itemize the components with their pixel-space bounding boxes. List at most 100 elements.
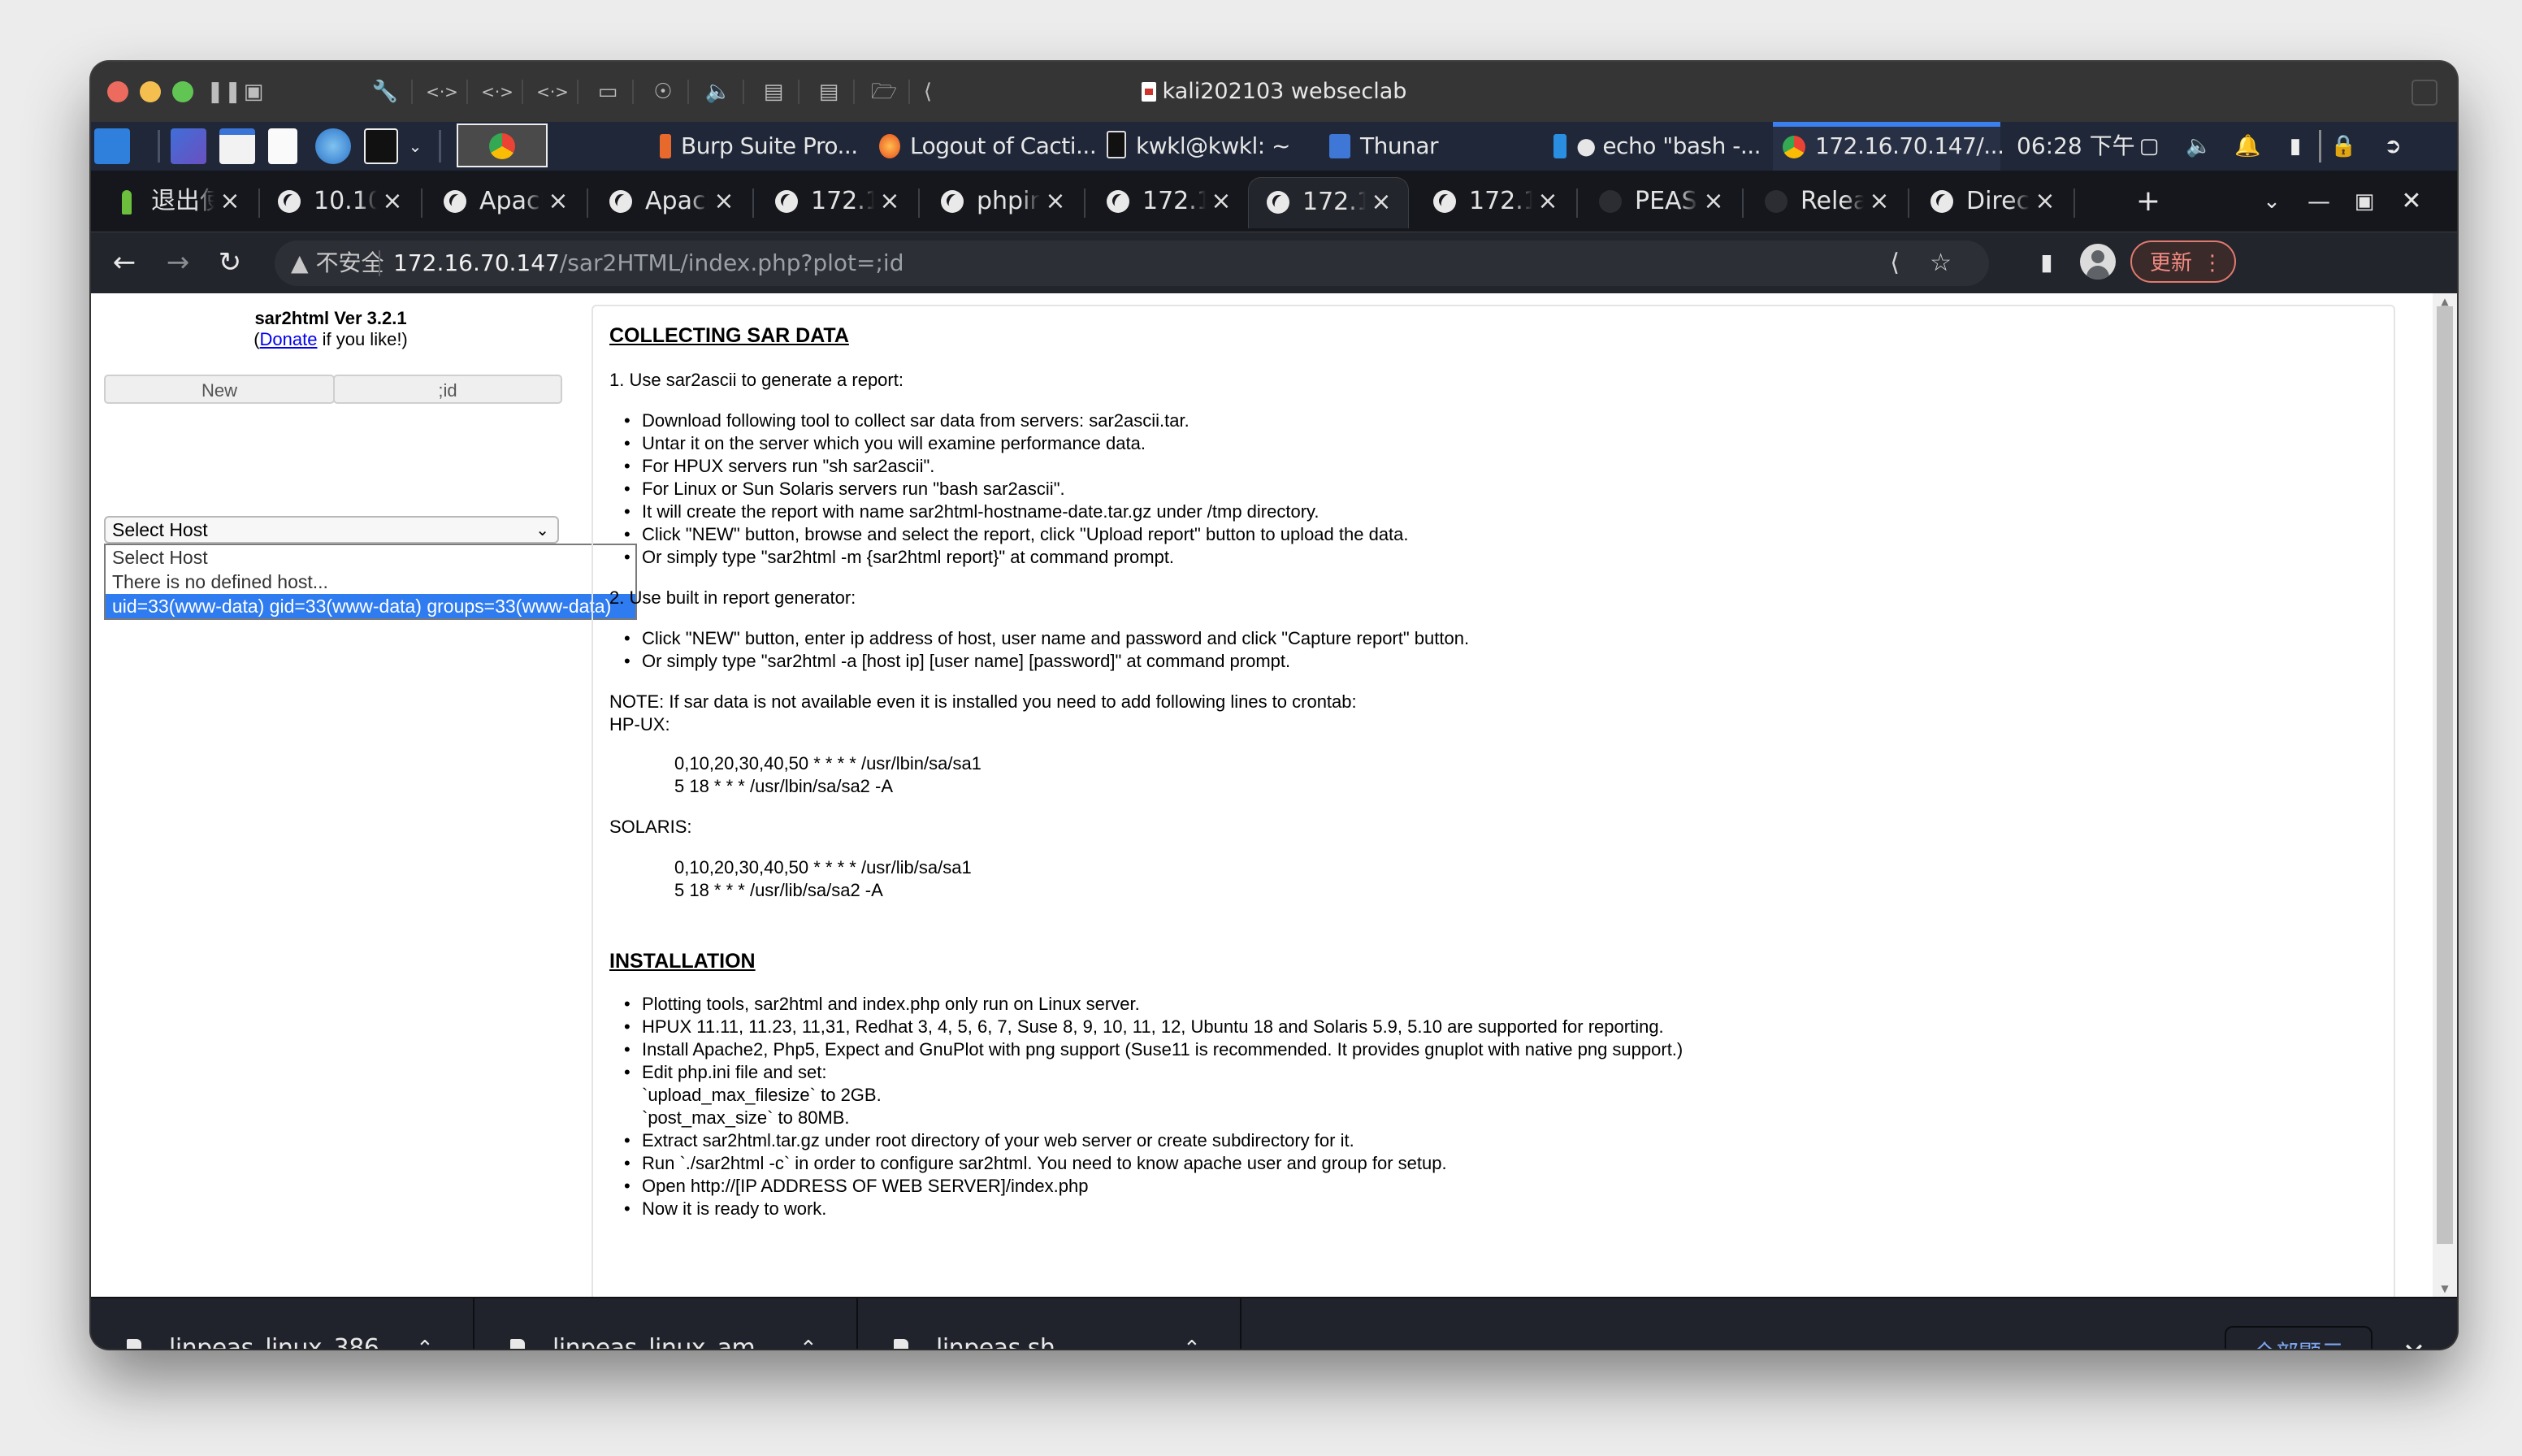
more-menu-icon[interactable]: ⋮	[2202, 242, 2223, 284]
web-browser-icon[interactable]	[315, 128, 351, 164]
security-indicator[interactable]: ▲ 不安全	[291, 247, 384, 280]
task-terminal[interactable]: kwkl@kwkl: ~	[1107, 122, 1367, 171]
task-thunar[interactable]: Thunar	[1329, 122, 1540, 171]
chrome-icon	[489, 133, 515, 159]
task-chrome[interactable]: 172.16.70.147/...	[1773, 122, 2004, 171]
browser-tab[interactable]: phpinfo×	[923, 177, 1082, 228]
file-icon	[510, 1339, 525, 1349]
tab-title: Apache	[479, 187, 543, 215]
chevron-down-icon[interactable]: ⌄	[403, 133, 427, 159]
update-label: 更新	[2150, 251, 2193, 275]
volume-icon[interactable]: 🔈	[2186, 133, 2212, 159]
donate-link[interactable]: Donate	[260, 329, 318, 349]
scroll-thumb[interactable]	[2437, 306, 2453, 1244]
globe-favicon-icon	[278, 190, 301, 213]
task-vscode[interactable]: ● echo "bash -...	[1554, 122, 1789, 171]
chevron-up-icon[interactable]: ⌃	[800, 1331, 817, 1349]
forward-button[interactable]: →	[159, 244, 197, 281]
crontab-note: NOTE: If sar data is not available even …	[609, 691, 1357, 712]
tab-close-icon[interactable]: ×	[1867, 187, 1892, 216]
globe-favicon-icon	[775, 190, 798, 213]
tab-close-icon[interactable]: ×	[546, 187, 570, 216]
chevron-up-icon[interactable]: ⌃	[416, 1331, 434, 1349]
minimize-icon[interactable]: —	[2301, 184, 2337, 219]
host-select[interactable]: Select Host ⌄	[104, 516, 559, 544]
host-option-highlighted[interactable]: uid=33(www-data) gid=33(www-data) groups…	[106, 594, 635, 618]
profile-avatar[interactable]	[2080, 244, 2116, 280]
tab-close-icon[interactable]: ×	[218, 187, 242, 216]
tab-close-icon[interactable]: ×	[1209, 187, 1233, 216]
browser-tab[interactable]: 172.16×	[757, 177, 916, 228]
back-button[interactable]: ←	[106, 244, 143, 281]
tab-search-chevron-icon[interactable]: ⌄	[2254, 184, 2290, 219]
logout-icon[interactable]: ➲	[2381, 133, 2405, 159]
share-icon[interactable]: ⟨	[1890, 247, 1900, 280]
close-icon[interactable]: ✕	[2394, 184, 2429, 219]
browser-tab-active[interactable]: 172.16×	[1248, 177, 1409, 228]
tab-close-icon[interactable]: ×	[878, 187, 902, 216]
scroll-down-arrow[interactable]: ▼	[2437, 1284, 2453, 1294]
side-panel-icon[interactable]: ▮	[2028, 244, 2065, 281]
browser-tab[interactable]: 退出使用者×	[98, 177, 257, 228]
globe-favicon-icon	[1930, 190, 1953, 213]
scroll-up-arrow[interactable]: ▲	[2437, 297, 2453, 306]
url-text[interactable]: 172.16.70.147/sar2HTML/index.php?plot=;i…	[393, 247, 904, 280]
vm-window: ❚❚ ▣ 🔧 <·> <·> <·> ▭ ☉ 🔈 ▤ ▤ 🗁 ⟨ kali202…	[91, 62, 2457, 1349]
donate-suffix: if you like!)	[317, 329, 408, 349]
host-select-dropdown: Select Host There is no defined host... …	[104, 544, 637, 620]
close-downloads-bar-button[interactable]: ✕	[2394, 1326, 2434, 1349]
task-firefox[interactable]: Logout of Cacti...	[879, 122, 1115, 171]
notification-bell-icon[interactable]: 🔔	[2234, 133, 2260, 159]
browser-tab[interactable]: PEASS×	[1581, 177, 1740, 228]
browser-tab[interactable]: Apache×	[592, 177, 751, 228]
page-scrollbar[interactable]: ▲ ▼	[2433, 293, 2457, 1297]
kali-menu-icon[interactable]	[94, 128, 130, 164]
sar2ascii-download-link[interactable]: sar2ascii.tar	[1089, 410, 1184, 431]
address-bar[interactable]: ▲ 不安全 172.16.70.147/sar2HTML/index.php?p…	[275, 240, 1989, 286]
lock-icon[interactable]: 🔒	[2330, 133, 2356, 159]
tab-close-icon[interactable]: ×	[380, 187, 405, 216]
tab-close-icon[interactable]: ×	[1701, 187, 1726, 216]
new-tab-button[interactable]: +	[2130, 184, 2166, 219]
reload-button[interactable]: ↻	[211, 244, 249, 281]
browser-tab[interactable]: 172.16×	[1089, 177, 1248, 228]
update-button[interactable]: 更新 ⋮	[2130, 240, 2236, 283]
chevron-up-icon[interactable]: ⌃	[1183, 1331, 1201, 1349]
plot-button[interactable]: ;id	[333, 375, 562, 404]
new-button[interactable]: New	[104, 375, 335, 404]
download-item[interactable]: linpeas.sh ⌃	[858, 1298, 1242, 1349]
terminal-icon[interactable]	[364, 128, 398, 164]
tab-close-icon[interactable]: ×	[2033, 187, 2057, 216]
text-editor-icon[interactable]	[268, 128, 297, 164]
download-item[interactable]: linpeas_linux_386 ⌃	[91, 1298, 474, 1349]
browser-tab[interactable]: Release×	[1747, 177, 1906, 228]
task-label: kwkl@kwkl: ~	[1136, 132, 1291, 159]
browser-tab[interactable]: 10.10.10×	[260, 177, 419, 228]
tab-close-icon[interactable]: ×	[1536, 187, 1560, 216]
tab-close-icon[interactable]: ×	[1369, 188, 1393, 217]
downloads-bar: linpeas_linux_386 ⌃ linpeas_linux_am... …	[91, 1297, 2457, 1349]
tab-title: 172.16	[1302, 188, 1366, 216]
url-host: 172.16.70.147	[393, 249, 560, 276]
file-manager-icon[interactable]	[219, 128, 255, 164]
download-item[interactable]: linpeas_linux_am... ⌃	[474, 1298, 858, 1349]
show-all-downloads-button[interactable]: 全部顯示	[2225, 1326, 2372, 1349]
browser-tab[interactable]: Apache×	[426, 177, 585, 228]
host-option[interactable]: There is no defined host...	[106, 570, 635, 594]
desktop-icon[interactable]	[171, 128, 206, 164]
fullscreen-icon[interactable]	[2412, 80, 2438, 106]
tab-close-icon[interactable]: ×	[712, 187, 736, 216]
browser-tab[interactable]: 172.16×	[1415, 177, 1575, 228]
chrome-workspace-button[interactable]	[457, 124, 548, 167]
host-select-value: Select Host	[112, 519, 208, 540]
battery-icon[interactable]: ▮	[2283, 133, 2308, 159]
maximize-icon[interactable]: ▣	[2346, 184, 2382, 219]
display-icon[interactable]: ▢	[2137, 133, 2161, 159]
bookmark-star-icon[interactable]: ☆	[1930, 247, 1952, 280]
host-option[interactable]: Select Host	[106, 545, 635, 570]
clock[interactable]: 06:28 下午	[2017, 122, 2135, 171]
tab-close-icon[interactable]: ×	[1043, 187, 1068, 216]
browser-tab[interactable]: Directory×	[1913, 177, 2072, 228]
task-burp[interactable]: Burp Suite Pro...	[660, 122, 895, 171]
task-label: 172.16.70.147/...	[1815, 132, 2004, 159]
